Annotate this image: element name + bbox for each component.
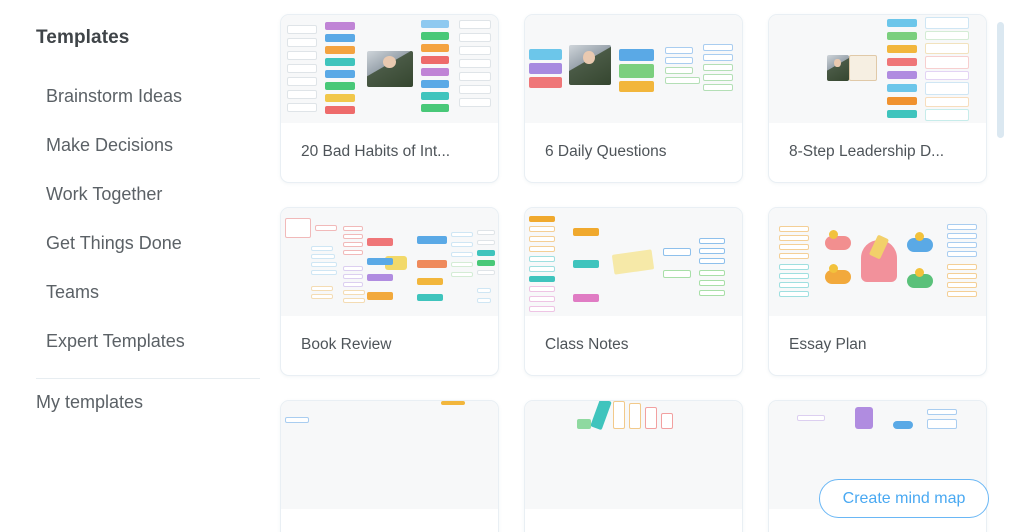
sidebar-item-get-things-done[interactable]: Get Things Done	[0, 219, 270, 268]
sidebar-item-work-together[interactable]: Work Together	[0, 170, 270, 219]
sidebar-item-teams[interactable]: Teams	[0, 268, 270, 317]
thumbnail-photo-icon	[367, 51, 413, 87]
lightbulb-icon	[829, 264, 838, 273]
template-thumbnail	[281, 401, 498, 509]
scrollbar-thumb[interactable]	[997, 22, 1004, 138]
template-card[interactable]	[524, 400, 743, 532]
sidebar-nav: Brainstorm Ideas Make Decisions Work Tog…	[0, 72, 270, 366]
template-thumbnail	[525, 401, 742, 509]
idea-3-node	[825, 270, 851, 284]
template-card[interactable]: Class Notes	[524, 207, 743, 376]
template-card[interactable]: Essay Plan	[768, 207, 987, 376]
lightbulb-icon	[915, 232, 924, 241]
templates-panel: Templates Brainstorm Ideas Make Decision…	[0, 0, 1025, 532]
template-card[interactable]: Book Review	[280, 207, 499, 376]
template-card-title: Class Notes	[545, 336, 629, 353]
sidebar-item-label: Expert Templates	[46, 331, 185, 351]
template-thumbnail	[769, 15, 986, 123]
template-card-title: 20 Bad Habits of Int...	[301, 143, 451, 160]
thumbnail-center-node	[611, 249, 655, 275]
create-mind-map-button[interactable]: Create mind map	[819, 479, 989, 518]
sidebar-divider	[36, 378, 260, 379]
template-card-title: Book Review	[301, 336, 392, 353]
template-thumbnail	[281, 208, 498, 316]
template-gallery: 20 Bad Habits of Int... 6 Daily Question…	[270, 0, 1025, 532]
page-title: Templates	[36, 27, 130, 48]
template-thumbnail	[281, 15, 498, 123]
template-card-title: 8-Step Leadership D...	[789, 143, 945, 160]
template-card-title	[281, 509, 498, 532]
template-card[interactable]: 20 Bad Habits of Int...	[280, 14, 499, 183]
idea-4-node	[825, 236, 851, 250]
template-card-title: Essay Plan	[789, 336, 867, 353]
sidebar-item-label: Make Decisions	[46, 135, 174, 155]
lightbulb-icon	[829, 230, 838, 239]
sidebar-item-label: Teams	[46, 282, 100, 302]
lightbulb-icon	[915, 268, 924, 277]
sidebar-item-expert-templates[interactable]: Expert Templates	[0, 317, 270, 366]
template-card-title: 6 Daily Questions	[545, 143, 667, 160]
thumbnail-photo-icon	[569, 45, 611, 85]
sidebar-item-my-templates[interactable]: My templates	[36, 392, 143, 413]
sidebar-item-label: Brainstorm Ideas	[46, 86, 183, 106]
template-card[interactable]: 8-Step Leadership D...	[768, 14, 987, 183]
sidebar: Templates Brainstorm Ideas Make Decision…	[0, 0, 270, 532]
template-card[interactable]: 6 Daily Questions	[524, 14, 743, 183]
sidebar-item-make-decisions[interactable]: Make Decisions	[0, 121, 270, 170]
template-thumbnail	[769, 208, 986, 316]
sidebar-item-label: Work Together	[46, 184, 163, 204]
template-thumbnail	[525, 208, 742, 316]
template-thumbnail	[525, 15, 742, 123]
template-card[interactable]	[280, 400, 499, 532]
template-card-title	[525, 509, 742, 532]
thumbnail-photo-icon	[827, 55, 849, 81]
sidebar-item-label: Get Things Done	[46, 233, 182, 253]
sidebar-item-brainstorm-ideas[interactable]: Brainstorm Ideas	[0, 72, 270, 121]
